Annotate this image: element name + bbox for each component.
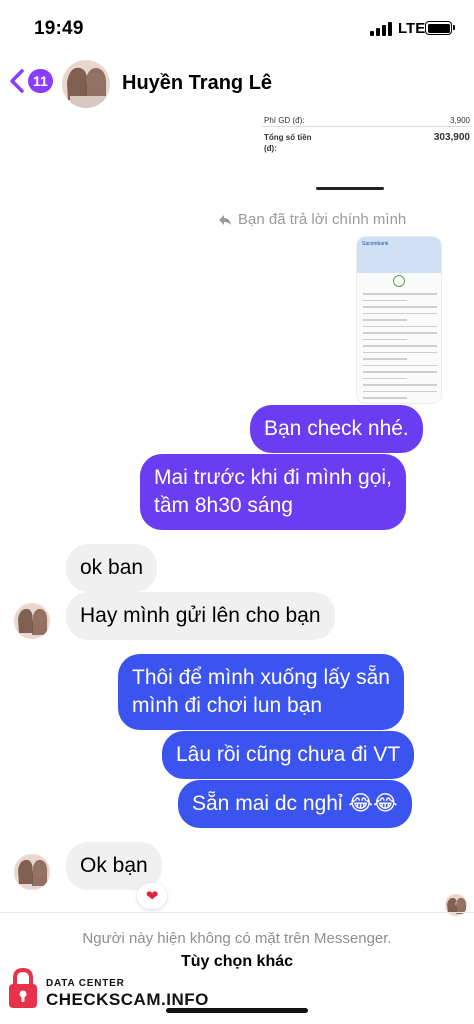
message-bubble-outgoing[interactable]: Thôi để mình xuống lấy sẵn mình đi chơi … — [118, 654, 404, 730]
signal-icon — [370, 22, 394, 36]
receipt-image-top[interactable]: Phí GD (đ): 3,900 Tổng số tiền (đ): 303,… — [258, 112, 474, 182]
unread-count-badge: 11 — [28, 69, 53, 93]
total-label: Tổng số tiền (đ): — [264, 133, 312, 153]
message-bubble-incoming[interactable]: ok ban — [66, 544, 158, 592]
fee-label: Phí GD (đ): — [264, 116, 305, 125]
contact-avatar-small[interactable] — [14, 854, 50, 890]
message-line: tầm 8h30 sáng — [154, 494, 293, 517]
fee-value: 3,900 — [449, 116, 470, 125]
receipt-bank: Sacombank — [362, 241, 389, 247]
total-value: 303,900 — [433, 132, 470, 143]
watermark-line1: DATA CENTER — [46, 978, 125, 989]
heart-reaction[interactable]: ❤ — [137, 883, 167, 909]
transfer-receipt-image[interactable]: Sacombank — [356, 236, 442, 404]
watermark: DATA CENTER CHECKSCAM.INFO — [6, 966, 209, 1014]
footer-divider — [0, 912, 474, 913]
reply-note: Bạn đã trả lời chính mình — [218, 211, 406, 228]
status-time: 19:49 — [34, 18, 84, 39]
message-bubble-outgoing[interactable]: Mai trước khi đi mình gọi, tầm 8h30 sáng — [140, 454, 406, 530]
message-bubble-outgoing[interactable]: Lâu rồi cũng chưa đi VT — [162, 731, 415, 779]
home-indicator — [166, 1008, 308, 1013]
message-line: mình đi chơi lun bạn — [132, 694, 323, 717]
success-check-icon — [393, 275, 405, 287]
message-line: Thôi để mình xuống lấy sẵn — [132, 666, 390, 689]
contact-avatar-small[interactable] — [14, 603, 50, 639]
status-bar: 19:49 LTE — [0, 0, 474, 56]
network-label: LTE — [398, 20, 426, 37]
message-bubble-outgoing[interactable]: Sẵn mai dc nghỉ 😂😂 — [178, 780, 412, 828]
lock-icon — [9, 967, 37, 1008]
unavailable-notice: Người này hiện không có mặt trên Messeng… — [82, 930, 392, 947]
embedded-home-indicator — [316, 187, 384, 190]
watermark-line2: CHECKSCAM.INFO — [46, 990, 209, 1009]
reply-icon — [219, 214, 231, 225]
chevron-left-icon — [10, 69, 24, 93]
receipt-details — [363, 293, 437, 403]
receipt-header: Sacombank — [357, 237, 441, 273]
battery-icon — [425, 21, 455, 35]
message-bubble-incoming[interactable]: Hay mình gửi lên cho bạn — [66, 592, 335, 640]
message-line: Mai trước khi đi mình gọi, — [154, 466, 392, 489]
back-button[interactable]: 11 — [8, 68, 53, 94]
receipt-divider — [262, 126, 472, 127]
contact-name[interactable]: Huyền Trang Lê — [122, 72, 272, 95]
contact-avatar[interactable] — [62, 60, 110, 108]
conversation-header: 11 Huyền Trang Lê — [0, 56, 474, 112]
reply-note-text: Bạn đã trả lời chính mình — [238, 211, 407, 228]
message-bubble-outgoing[interactable]: Bạn check nhé. — [250, 405, 423, 453]
